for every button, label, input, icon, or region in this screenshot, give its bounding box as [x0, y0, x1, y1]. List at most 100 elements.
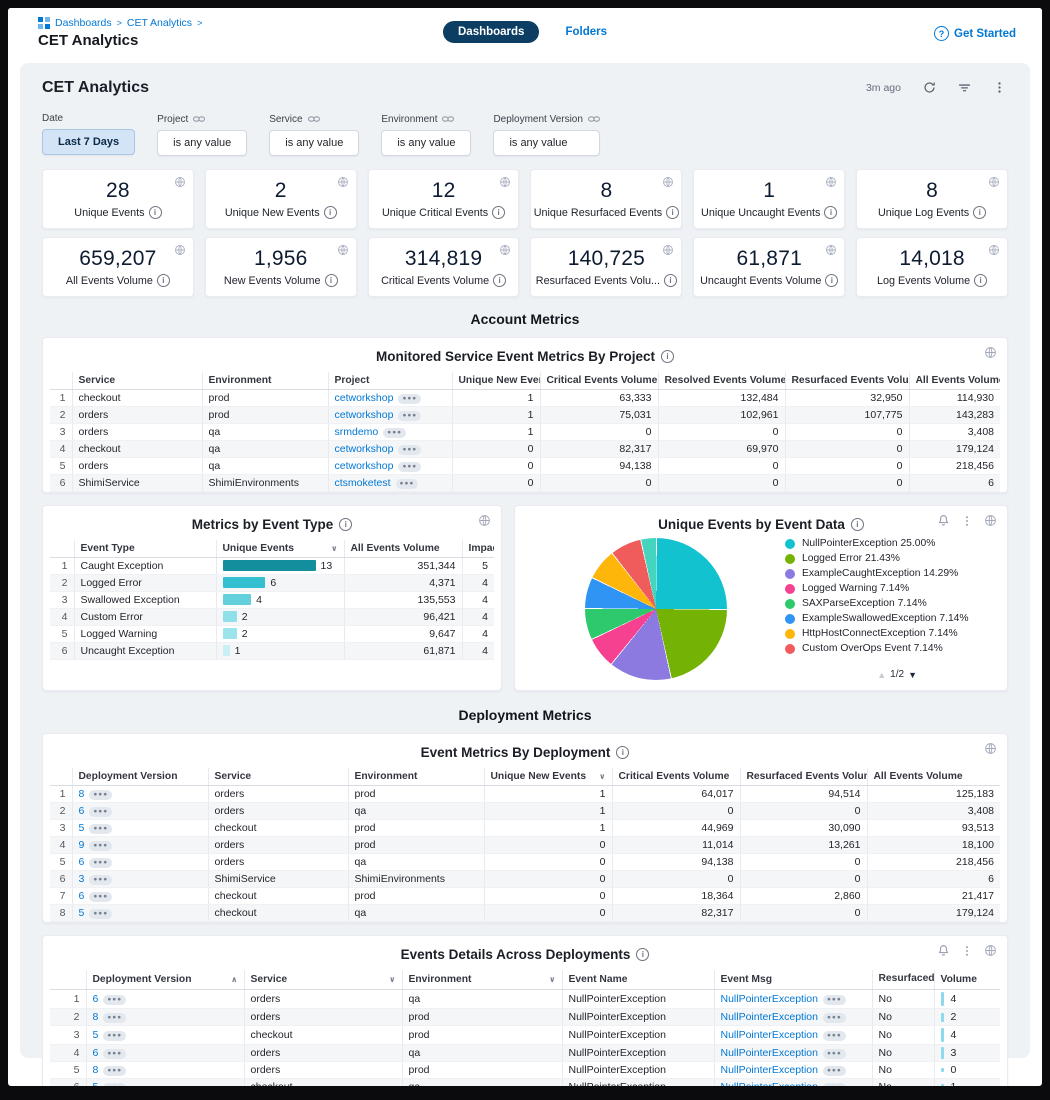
globe-icon[interactable]	[984, 346, 997, 359]
info-icon[interactable]: i	[157, 274, 170, 287]
project-link[interactable]: cetworkshop	[335, 392, 394, 404]
ellipsis-pill[interactable]: ●●●	[823, 1066, 846, 1076]
info-icon[interactable]: i	[666, 206, 679, 219]
col-resolved-events-volume[interactable]: Resolved Events Volume	[658, 372, 785, 390]
legend-item[interactable]: SAXParseException 7.14%	[785, 598, 1007, 611]
ellipsis-pill[interactable]: ●●●	[823, 1013, 846, 1023]
ellipsis-pill[interactable]: ●●●	[103, 1013, 126, 1023]
col-all-events-volume[interactable]: All Events Volume	[867, 768, 1000, 786]
project-link[interactable]: cetworkshop	[335, 443, 394, 455]
globe-icon[interactable]	[984, 742, 997, 755]
col-environment[interactable]: Environment	[202, 372, 328, 390]
col-service[interactable]: Service	[208, 768, 348, 786]
legend-page-down-icon[interactable]: ▼	[908, 670, 917, 680]
globe-icon[interactable]	[988, 244, 1000, 256]
get-started-button[interactable]: ? Get Started	[934, 26, 1016, 41]
col-all-events-volume[interactable]: All Events Volume	[909, 372, 1000, 390]
legend-item[interactable]: NullPointerException 25.00%	[785, 538, 1007, 551]
project-link[interactable]: srmdemo	[335, 426, 379, 438]
sort-desc-icon[interactable]: ∨	[599, 772, 606, 781]
ellipsis-pill[interactable]: ●●●	[103, 1083, 126, 1086]
ellipsis-pill[interactable]: ●●●	[398, 394, 421, 404]
event-msg-link[interactable]: NullPointerException	[721, 993, 818, 1005]
sort-asc-icon[interactable]: ∧	[231, 975, 238, 984]
sort-desc-icon[interactable]: ∨	[331, 544, 338, 553]
deployment-version-link[interactable]: 5	[93, 1081, 99, 1086]
col-impacted-services[interactable]: Impacted Monitored Services	[462, 540, 494, 558]
ellipsis-pill[interactable]: ●●●	[823, 1083, 846, 1086]
globe-icon[interactable]	[499, 176, 511, 188]
legend-item[interactable]: Logged Warning 7.14%	[785, 583, 1007, 596]
filter-icon[interactable]	[958, 81, 971, 94]
deployment-version-link[interactable]: 6	[93, 993, 99, 1005]
col-all-events-volume[interactable]: All Events Volume	[344, 540, 462, 558]
legend-item[interactable]: ExampleCaughtException 14.29%	[785, 568, 1007, 581]
col-service[interactable]: ∨Service	[244, 970, 402, 989]
globe-icon[interactable]	[174, 176, 186, 188]
globe-icon[interactable]	[499, 244, 511, 256]
info-icon[interactable]: i	[851, 518, 864, 531]
pie-chart[interactable]	[585, 538, 727, 680]
col-resurfaced-events-volume[interactable]: Resurfaced Events Volume	[785, 372, 909, 390]
info-icon[interactable]: i	[664, 274, 677, 287]
ellipsis-pill[interactable]: ●●●	[89, 824, 112, 834]
ellipsis-pill[interactable]: ●●●	[89, 892, 112, 902]
legend-item[interactable]: Custom OverOps Event 7.14%	[785, 643, 1007, 656]
deployment-version-link[interactable]: 8	[79, 788, 85, 800]
col-critical-events-volume[interactable]: Critical Events Volume	[540, 372, 658, 390]
legend-item[interactable]: ExampleSwallowedException 7.14%	[785, 613, 1007, 626]
globe-icon[interactable]	[662, 176, 674, 188]
legend-item[interactable]: Logged Error 21.43%	[785, 553, 1007, 566]
ellipsis-pill[interactable]: ●●●	[89, 858, 112, 868]
deployment-version-link[interactable]: 5	[79, 907, 85, 919]
info-icon[interactable]: i	[636, 948, 649, 961]
info-icon[interactable]: i	[493, 274, 506, 287]
col-critical-events-volume[interactable]: Critical Events Volume	[612, 768, 740, 786]
deployment-version-link[interactable]: 9	[79, 839, 85, 851]
globe-icon[interactable]	[988, 176, 1000, 188]
col-unique-new-events[interactable]: ∨Unique New Ever	[452, 372, 540, 390]
ellipsis-pill[interactable]: ●●●	[398, 411, 421, 421]
deployment-version-link[interactable]: 8	[93, 1011, 99, 1023]
info-icon[interactable]: i	[974, 274, 987, 287]
deployment-version-link[interactable]: 3	[79, 873, 85, 885]
globe-icon[interactable]	[984, 944, 997, 957]
kebab-menu-icon[interactable]	[993, 81, 1006, 94]
bell-icon[interactable]	[937, 514, 950, 527]
deployment-version-link[interactable]: 5	[79, 822, 85, 834]
col-volume[interactable]: Volume	[934, 970, 1000, 989]
col-deployment-version[interactable]: Deployment Version	[72, 768, 208, 786]
ellipsis-pill[interactable]: ●●●	[89, 790, 112, 800]
event-msg-link[interactable]: NullPointerException	[721, 1047, 818, 1059]
col-resurfaced-events-volume[interactable]: Resurfaced Events Volume	[740, 768, 867, 786]
sort-desc-icon[interactable]: ∨	[389, 975, 396, 984]
deployment-version-link[interactable]: 5	[93, 1029, 99, 1041]
kebab-menu-icon[interactable]	[961, 945, 973, 957]
ellipsis-pill[interactable]: ●●●	[103, 995, 126, 1005]
globe-icon[interactable]	[662, 244, 674, 256]
filter-value-chip[interactable]: is any value	[269, 130, 359, 156]
project-link[interactable]: cetworkshop	[335, 409, 394, 421]
tab-dashboards[interactable]: Dashboards	[443, 21, 539, 43]
ellipsis-pill[interactable]: ●●●	[398, 462, 421, 472]
legend-item[interactable]: HttpHostConnectException 7.14%	[785, 628, 1007, 641]
deployment-version-link[interactable]: 6	[79, 856, 85, 868]
globe-icon[interactable]	[337, 244, 349, 256]
event-msg-link[interactable]: NullPointerException	[721, 1029, 818, 1041]
filter-value-chip[interactable]: Last 7 Days	[42, 129, 135, 155]
col-service[interactable]: Service	[72, 372, 202, 390]
filter-value-chip[interactable]: is any value	[381, 130, 471, 156]
ellipsis-pill[interactable]: ●●●	[396, 479, 419, 489]
deployment-version-link[interactable]: 8	[93, 1064, 99, 1076]
breadcrumb-current-link[interactable]: CET Analytics	[127, 17, 192, 29]
info-icon[interactable]: i	[825, 274, 838, 287]
col-unique-events[interactable]: ∨Unique Events	[216, 540, 344, 558]
deployment-version-link[interactable]: 6	[79, 805, 85, 817]
project-link[interactable]: cetworkshop	[335, 460, 394, 472]
info-icon[interactable]: i	[973, 206, 986, 219]
col-event-name[interactable]: Event Name	[562, 970, 714, 989]
col-deployment-version[interactable]: ∧Deployment Version	[86, 970, 244, 989]
legend-page-up-icon[interactable]: ▲	[877, 670, 886, 680]
col-unique-new-events[interactable]: ∨Unique New Events	[484, 768, 612, 786]
ellipsis-pill[interactable]: ●●●	[103, 1049, 126, 1059]
